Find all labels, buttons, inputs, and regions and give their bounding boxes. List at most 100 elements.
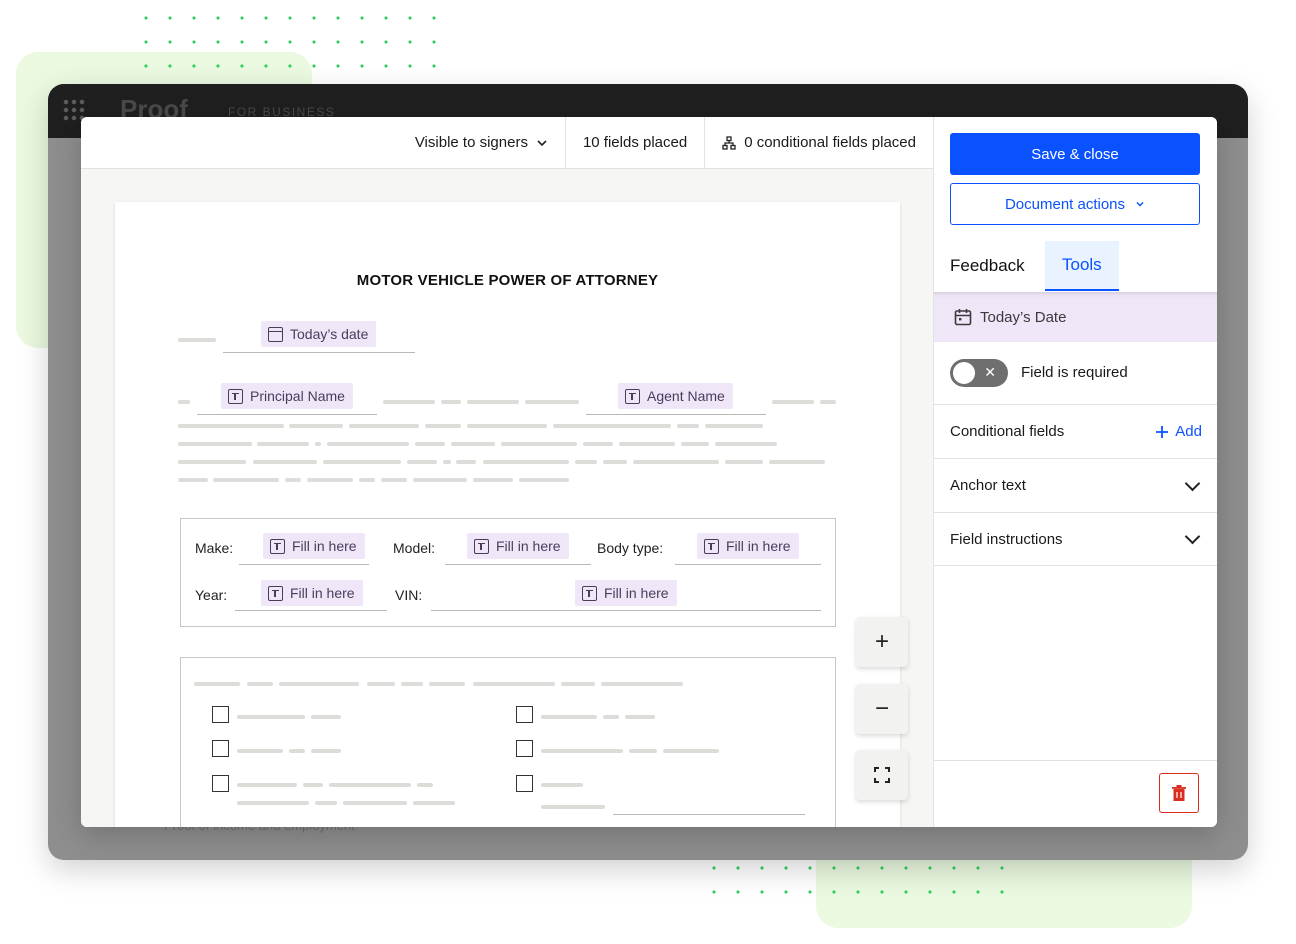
tab-feedback[interactable]: Feedback bbox=[950, 241, 1025, 291]
delete-field-button[interactable] bbox=[1159, 773, 1199, 813]
text-placeholder-line bbox=[279, 682, 359, 686]
visibility-dropdown[interactable]: Visible to signers bbox=[398, 117, 565, 168]
text-placeholder-line bbox=[473, 478, 513, 482]
year-field-tag[interactable]: Fill in here bbox=[261, 580, 363, 606]
anchor-text-label: Anchor text bbox=[950, 477, 1026, 494]
text-placeholder-line bbox=[213, 478, 279, 482]
checkbox[interactable] bbox=[516, 706, 533, 723]
conditional-fields-label: Conditional fields bbox=[950, 423, 1065, 440]
text-placeholder-line bbox=[619, 442, 675, 446]
field-instructions-row[interactable]: Field instructions bbox=[934, 512, 1217, 566]
zoom-out-button[interactable]: − bbox=[856, 684, 908, 734]
text-placeholder-line bbox=[329, 783, 411, 787]
checkbox[interactable] bbox=[212, 706, 229, 723]
make-field-tag[interactable]: Fill in here bbox=[263, 533, 365, 559]
agent-name-label: Agent Name bbox=[647, 388, 725, 404]
text-field-icon bbox=[625, 388, 640, 404]
text-placeholder-line bbox=[178, 442, 252, 446]
text-placeholder-line bbox=[429, 682, 465, 686]
tab-tools[interactable]: Tools bbox=[1045, 241, 1119, 291]
checkbox[interactable] bbox=[212, 775, 229, 792]
field-required-toggle[interactable]: ✕ bbox=[950, 359, 1008, 387]
text-placeholder-line bbox=[315, 801, 337, 805]
text-placeholder-line bbox=[519, 478, 569, 482]
chevron-down-icon bbox=[537, 139, 547, 146]
save-close-button[interactable]: Save & close bbox=[950, 133, 1200, 175]
text-placeholder-line bbox=[769, 460, 825, 464]
text-field-icon bbox=[704, 538, 719, 554]
text-field-icon bbox=[228, 388, 243, 404]
make-field-placeholder: Fill in here bbox=[292, 538, 357, 554]
vin-underline bbox=[431, 610, 821, 611]
make-label: Make: bbox=[195, 540, 234, 556]
toggle-knob bbox=[953, 362, 975, 384]
text-placeholder-line bbox=[257, 442, 309, 446]
checkbox-section-box bbox=[180, 657, 836, 827]
conditional-fields-row: Conditional fields Add bbox=[934, 404, 1217, 458]
text-placeholder-line bbox=[237, 749, 283, 753]
body-type-underline bbox=[675, 564, 821, 565]
body-type-field-placeholder: Fill in here bbox=[726, 538, 791, 554]
model-field-tag[interactable]: Fill in here bbox=[467, 533, 569, 559]
text-placeholder-line bbox=[772, 400, 814, 404]
text-placeholder-line bbox=[349, 424, 419, 428]
visibility-label: Visible to signers bbox=[414, 134, 528, 151]
text-placeholder-line bbox=[483, 460, 569, 464]
text-placeholder-line bbox=[194, 682, 240, 686]
text-placeholder-line bbox=[178, 478, 208, 482]
text-placeholder-line bbox=[247, 682, 273, 686]
chevron-down-icon bbox=[1136, 201, 1144, 207]
text-placeholder-line bbox=[561, 682, 595, 686]
document-viewer[interactable]: MOTOR VEHICLE POWER OF ATTORNEY Today’s … bbox=[81, 169, 933, 827]
text-placeholder-line bbox=[343, 801, 407, 805]
agent-name-field-tag[interactable]: Agent Name bbox=[618, 383, 733, 409]
document-page: MOTOR VEHICLE POWER OF ATTORNEY Today’s … bbox=[115, 202, 900, 827]
text-placeholder-line bbox=[583, 442, 613, 446]
body-type-field-tag[interactable]: Fill in here bbox=[697, 533, 799, 559]
plus-icon: + bbox=[874, 628, 889, 655]
text-placeholder-line bbox=[681, 442, 709, 446]
vin-field-tag[interactable]: Fill in here bbox=[575, 580, 677, 606]
vin-label: VIN: bbox=[395, 587, 423, 603]
principal-name-field-tag[interactable]: Principal Name bbox=[221, 383, 353, 409]
text-placeholder-line bbox=[625, 715, 655, 719]
date-field-tag[interactable]: Today’s date bbox=[261, 321, 377, 347]
text-placeholder-line bbox=[253, 460, 317, 464]
text-placeholder-line bbox=[575, 460, 597, 464]
text-placeholder-line bbox=[237, 783, 297, 787]
checkbox[interactable] bbox=[516, 775, 533, 792]
text-placeholder-line bbox=[553, 424, 671, 428]
document-title: MOTOR VEHICLE POWER OF ATTORNEY bbox=[356, 272, 659, 289]
text-placeholder-line bbox=[425, 424, 461, 428]
text-placeholder-line bbox=[443, 460, 451, 464]
model-field-placeholder: Fill in here bbox=[496, 538, 561, 554]
vin-field-placeholder: Fill in here bbox=[604, 585, 669, 601]
conditional-fields-count: 0 conditional fields placed bbox=[704, 117, 933, 168]
trash-icon bbox=[1172, 784, 1186, 801]
text-placeholder-line bbox=[677, 424, 699, 428]
text-placeholder-line bbox=[663, 749, 719, 753]
field-editor-modal: Visible to signers 10 fields placed 0 co… bbox=[81, 117, 1217, 827]
add-conditional-button[interactable]: Add bbox=[1155, 423, 1202, 440]
selected-field-header: Today’s Date bbox=[934, 292, 1217, 342]
text-field-icon bbox=[270, 538, 285, 554]
text-placeholder-line bbox=[473, 682, 555, 686]
checkbox[interactable] bbox=[516, 740, 533, 757]
text-placeholder-line bbox=[541, 749, 623, 753]
add-label: Add bbox=[1175, 423, 1202, 440]
panel-tabs: Feedback Tools bbox=[934, 241, 1217, 291]
text-placeholder-line bbox=[315, 442, 321, 446]
checkbox[interactable] bbox=[212, 740, 229, 757]
text-placeholder-line bbox=[413, 478, 467, 482]
text-placeholder-line bbox=[525, 400, 579, 404]
text-placeholder-line bbox=[820, 400, 836, 404]
zoom-in-button[interactable]: + bbox=[856, 617, 908, 667]
text-placeholder-line bbox=[417, 783, 433, 787]
text-placeholder-line bbox=[451, 442, 495, 446]
anchor-text-row[interactable]: Anchor text bbox=[934, 458, 1217, 512]
chevron-down-icon bbox=[1184, 528, 1201, 545]
document-actions-label: Document actions bbox=[1004, 195, 1126, 213]
text-placeholder-line bbox=[541, 805, 605, 809]
fit-to-screen-button[interactable] bbox=[856, 750, 908, 800]
document-actions-button[interactable]: Document actions bbox=[950, 183, 1200, 225]
